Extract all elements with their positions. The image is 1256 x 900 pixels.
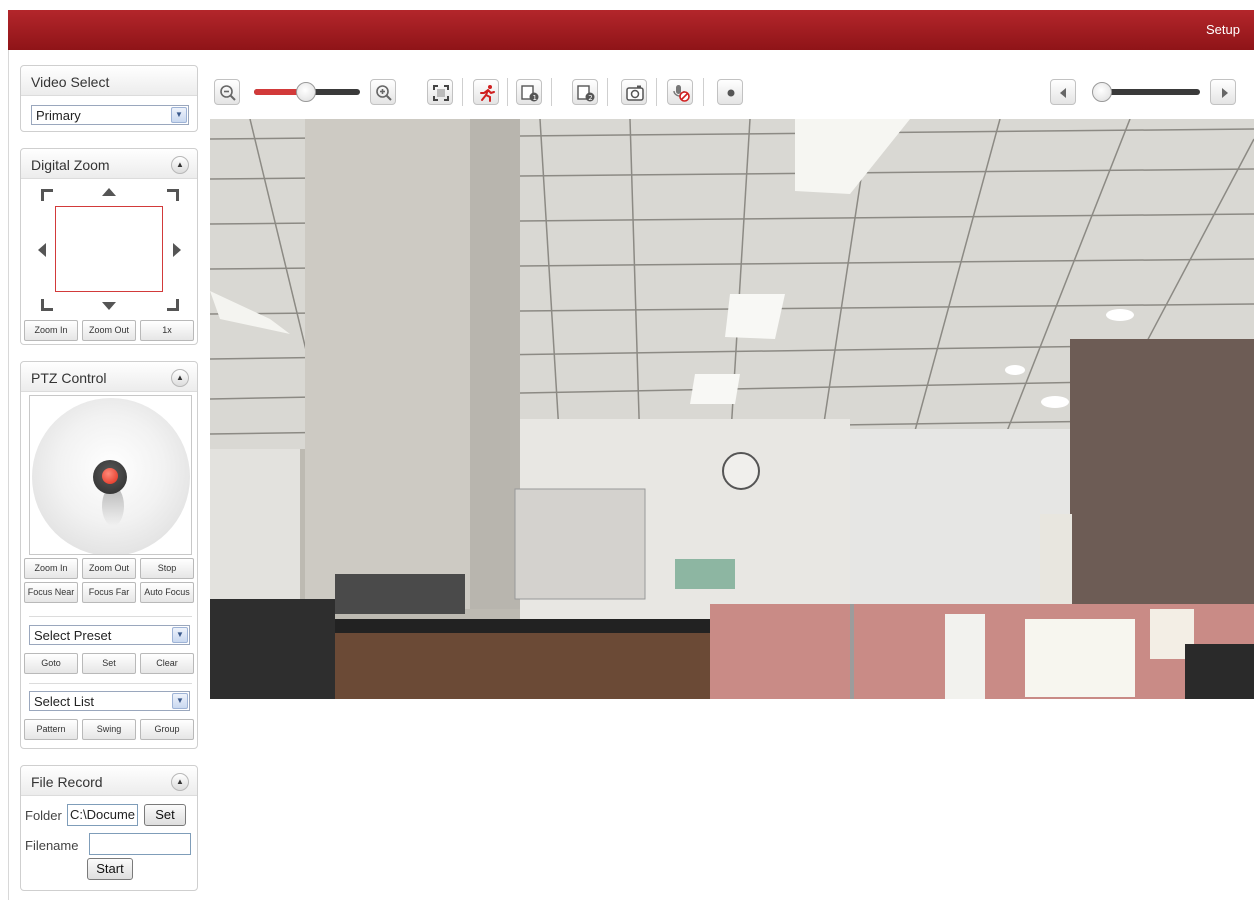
list-selected: Select List xyxy=(34,694,94,709)
digital-zoom-reset-button[interactable]: 1x xyxy=(140,320,194,341)
video-stream-select[interactable]: Primary ▼ xyxy=(31,105,189,125)
focus-far-button[interactable]: Focus Far xyxy=(82,582,136,603)
preset-goto-button[interactable]: Goto xyxy=(24,653,78,674)
video-select-title: Video Select xyxy=(31,74,110,90)
preset-clear-button[interactable]: Clear xyxy=(140,653,194,674)
ptz-divider xyxy=(29,683,192,684)
alarm-out-1-button[interactable]: 1 xyxy=(516,79,542,105)
previous-icon xyxy=(1060,88,1066,98)
toolbar-separator xyxy=(462,78,463,106)
record-start-button[interactable]: Start xyxy=(87,858,133,880)
ptz-stop-button[interactable]: Stop xyxy=(140,558,194,579)
file-record-panel: File Record ▲ Folder C:\Docume Set Filen… xyxy=(20,765,198,891)
ptz-joystick-area[interactable] xyxy=(29,395,192,555)
digital-zoom-in-button[interactable]: Zoom In xyxy=(24,320,78,341)
zoom-in-icon xyxy=(376,85,392,101)
chevron-down-icon: ▼ xyxy=(171,107,187,123)
collapse-icon[interactable]: ▲ xyxy=(171,369,189,387)
svg-text:2: 2 xyxy=(588,94,592,102)
setup-link[interactable]: Setup xyxy=(1206,22,1240,37)
alarm-out-2-icon: 2 xyxy=(577,85,595,102)
zoom-out-icon xyxy=(220,85,236,101)
digital-zoom-panel: Digital Zoom ▲ Zoom In Zoom Out 1x xyxy=(20,148,198,345)
audio-mute-button[interactable] xyxy=(667,79,693,105)
preset-selected: Select Preset xyxy=(34,628,112,643)
pan-left-icon[interactable] xyxy=(38,243,46,257)
pattern-button[interactable]: Pattern xyxy=(24,719,78,740)
digital-zoom-area[interactable] xyxy=(33,187,193,317)
folder-path-input[interactable]: C:\Docume xyxy=(67,804,138,826)
chevron-down-icon: ▼ xyxy=(172,693,188,709)
record-icon xyxy=(727,89,735,97)
video-stream-selected: Primary xyxy=(36,108,81,123)
alarm-out-2-button[interactable]: 2 xyxy=(572,79,598,105)
pan-up-right-icon[interactable] xyxy=(167,189,179,201)
video-select-panel: Video Select Primary ▼ xyxy=(20,65,198,132)
svg-text:1: 1 xyxy=(533,94,537,102)
live-video-view[interactable] xyxy=(210,119,1254,699)
motion-detect-button[interactable] xyxy=(473,79,499,105)
next-icon xyxy=(1222,88,1228,98)
pan-down-right-icon[interactable] xyxy=(167,299,179,311)
joystick-red-dot xyxy=(102,468,118,484)
video-select-header: Video Select xyxy=(21,66,197,96)
alarm-out-1-icon: 1 xyxy=(521,85,539,102)
snapshot-button[interactable] xyxy=(621,79,647,105)
digital-zoom-header: Digital Zoom ▲ xyxy=(21,149,197,179)
fullscreen-button[interactable] xyxy=(427,79,453,105)
left-divider xyxy=(8,50,9,900)
list-select[interactable]: Select List ▼ xyxy=(29,691,190,711)
collapse-icon[interactable]: ▲ xyxy=(171,156,189,174)
previous-button[interactable] xyxy=(1050,79,1076,105)
auto-focus-button[interactable]: Auto Focus xyxy=(140,582,194,603)
swing-button[interactable]: Swing xyxy=(82,719,136,740)
collapse-icon[interactable]: ▲ xyxy=(171,773,189,791)
record-button[interactable] xyxy=(717,79,743,105)
ptz-control-title: PTZ Control xyxy=(31,370,107,386)
camera-feed-image xyxy=(210,119,1254,699)
toolbar-separator xyxy=(551,78,552,106)
top-header-bar: Setup xyxy=(8,10,1254,50)
toolbar-separator xyxy=(607,78,608,106)
next-button[interactable] xyxy=(1210,79,1236,105)
ptz-zoom-in-button[interactable]: Zoom In xyxy=(24,558,78,579)
folder-set-button[interactable]: Set xyxy=(144,804,186,826)
toolbar-separator xyxy=(656,78,657,106)
filename-label: Filename xyxy=(25,838,79,853)
zoom-region-frame[interactable] xyxy=(55,206,163,292)
joystick-knob-icon[interactable] xyxy=(93,460,127,494)
pan-up-left-icon[interactable] xyxy=(41,189,53,201)
chevron-down-icon: ▼ xyxy=(172,627,188,643)
ptz-divider xyxy=(29,616,192,617)
pan-right-icon[interactable] xyxy=(173,243,181,257)
group-button[interactable]: Group xyxy=(140,719,194,740)
toolbar-separator xyxy=(703,78,704,106)
fullscreen-icon xyxy=(433,85,449,101)
digital-zoom-out-button[interactable]: Zoom Out xyxy=(82,320,136,341)
playback-slider-thumb[interactable] xyxy=(1092,82,1112,102)
zoom-slider-thumb[interactable] xyxy=(296,82,316,102)
folder-label: Folder xyxy=(25,808,62,823)
file-record-header: File Record ▲ xyxy=(21,766,197,796)
digital-zoom-title: Digital Zoom xyxy=(31,157,110,173)
ptz-zoom-out-button[interactable]: Zoom Out xyxy=(82,558,136,579)
focus-near-button[interactable]: Focus Near xyxy=(24,582,78,603)
pan-up-icon[interactable] xyxy=(102,188,116,196)
ptz-control-header: PTZ Control ▲ xyxy=(21,362,197,392)
motion-detect-icon xyxy=(480,85,495,102)
zoom-out-button[interactable] xyxy=(214,79,240,105)
audio-mute-icon xyxy=(673,85,690,102)
ptz-control-panel: PTZ Control ▲ Zoom In Zoom Out Stop Focu… xyxy=(20,361,198,749)
pan-down-left-icon[interactable] xyxy=(41,299,53,311)
zoom-in-button[interactable] xyxy=(370,79,396,105)
snapshot-icon xyxy=(626,85,644,101)
pan-down-icon[interactable] xyxy=(102,302,116,310)
file-record-title: File Record xyxy=(31,774,103,790)
toolbar-separator xyxy=(507,78,508,106)
preset-set-button[interactable]: Set xyxy=(82,653,136,674)
preset-select[interactable]: Select Preset ▼ xyxy=(29,625,190,645)
filename-input[interactable] xyxy=(89,833,191,855)
